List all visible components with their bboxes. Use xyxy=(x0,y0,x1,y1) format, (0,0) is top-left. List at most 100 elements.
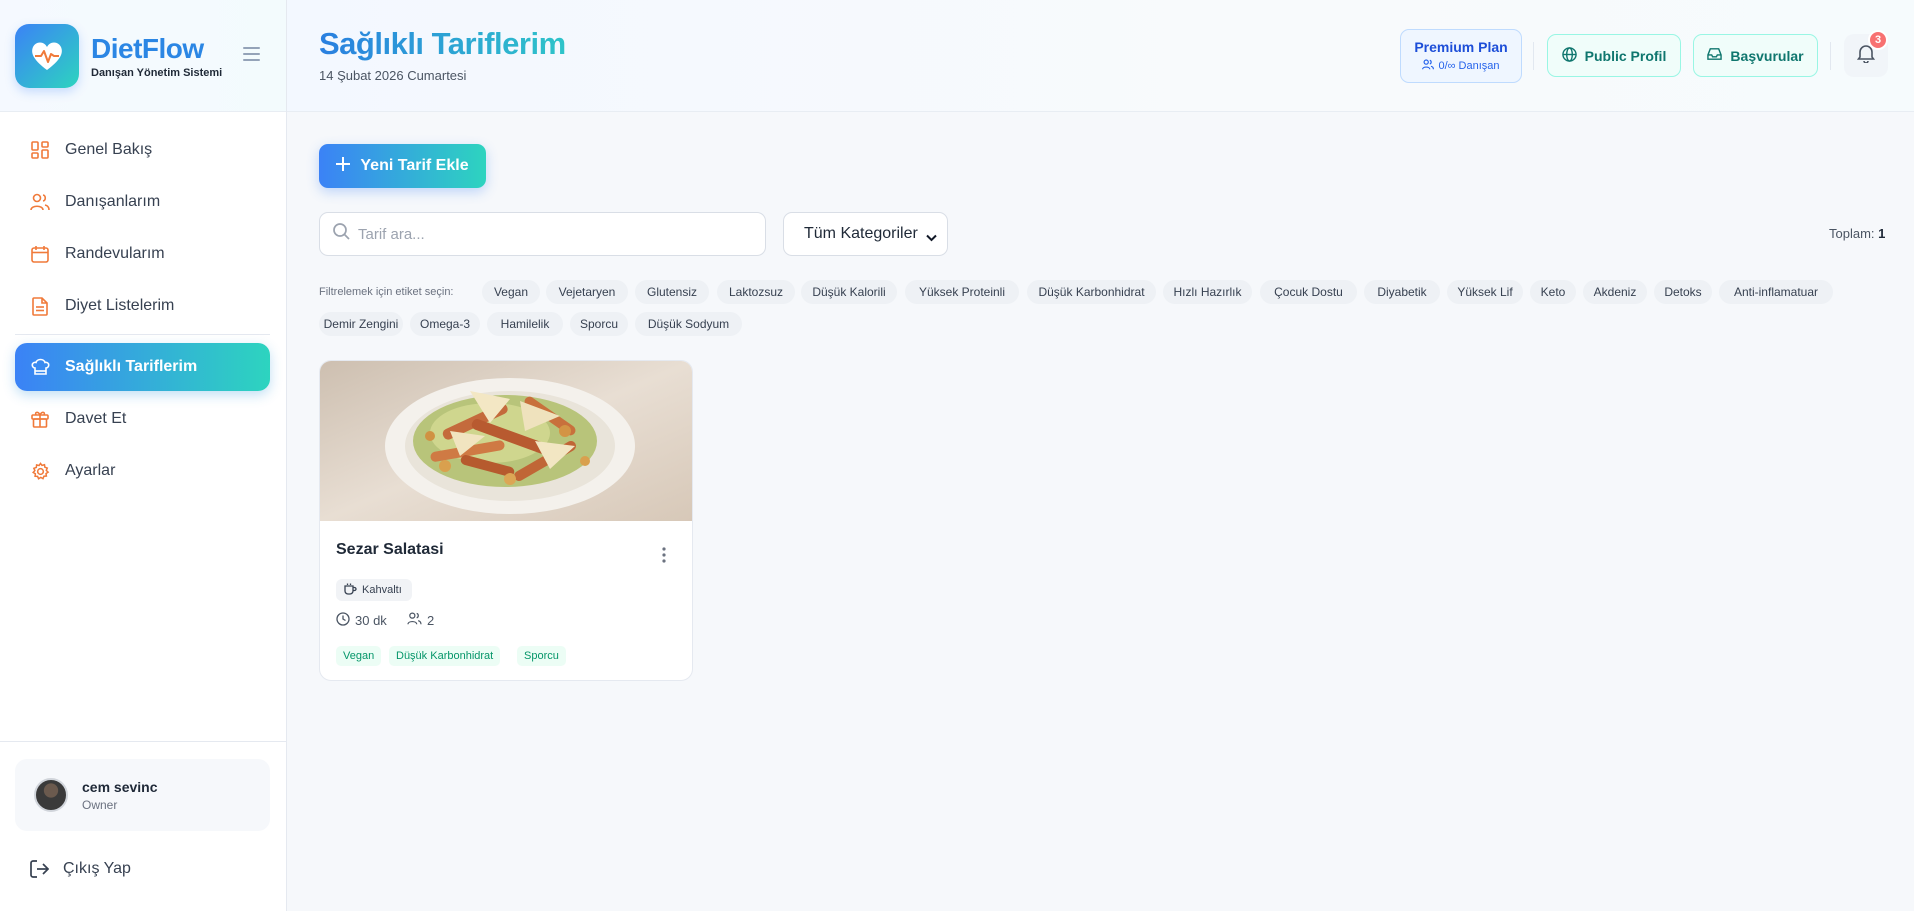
chef-hat-icon xyxy=(30,357,50,377)
inbox-icon xyxy=(1707,47,1723,64)
menu-toggle-icon[interactable] xyxy=(243,47,260,61)
sidebar-item-genel-bakis[interactable]: Genel Bakış xyxy=(15,126,270,174)
plus-icon xyxy=(336,156,351,176)
filter-tag[interactable]: Hamilelik xyxy=(487,312,563,336)
filter-tag[interactable]: Laktozsuz xyxy=(717,280,795,304)
recipe-servings-value: 2 xyxy=(427,612,435,628)
search-input[interactable] xyxy=(358,225,738,243)
dashboard-icon xyxy=(30,140,50,160)
filter-tag[interactable]: Akdeniz xyxy=(1583,280,1647,304)
search-box[interactable] xyxy=(319,212,766,256)
sidebar-nav: Genel Bakış Danışanlarım Randevularım Di… xyxy=(15,126,270,499)
recipe-category: Kahvaltı xyxy=(362,584,402,596)
gear-icon xyxy=(30,461,50,481)
filter-tag[interactable]: Diyabetik xyxy=(1364,280,1440,304)
filter-tag[interactable]: Vegan xyxy=(482,280,540,304)
sidebar-item-label: Davet Et xyxy=(65,410,127,427)
calendar-icon xyxy=(30,244,50,264)
premium-plan-sub: 0/∞ Danışan xyxy=(1438,60,1500,72)
user-role: Owner xyxy=(82,797,118,812)
filter-tag[interactable]: Anti-inflamatuar xyxy=(1719,280,1833,304)
total-count: Toplam: 1 xyxy=(1829,226,1885,241)
avatar xyxy=(34,778,68,812)
filter-tag[interactable]: Çocuk Dostu xyxy=(1260,280,1357,304)
recipe-tag: Sporcu xyxy=(517,646,566,666)
sidebar-item-davet-et[interactable]: Davet Et xyxy=(15,395,270,443)
more-vertical-icon[interactable] xyxy=(654,545,674,565)
sidebar-item-label: Diyet Listelerim xyxy=(65,297,175,314)
filter-label: Filtrelemek için etiket seçin: xyxy=(319,286,454,298)
total-value: 1 xyxy=(1878,226,1886,241)
sidebar-item-diyet-listelerim[interactable]: Diyet Listelerim xyxy=(15,282,270,330)
document-icon xyxy=(30,296,50,316)
sidebar-item-danisanlarim[interactable]: Danışanlarım xyxy=(15,178,270,226)
filter-tag[interactable]: Sporcu xyxy=(570,312,628,336)
public-profile-label: Public Profil xyxy=(1584,47,1667,64)
premium-plan-title: Premium Plan xyxy=(1414,39,1508,55)
search-icon xyxy=(333,223,350,245)
recipe-tag: Vegan xyxy=(336,646,382,666)
public-profile-button[interactable]: Public Profil xyxy=(1547,34,1681,77)
filter-tag[interactable]: Düşük Karbonhidrat xyxy=(1027,280,1156,304)
add-recipe-button[interactable]: Yeni Tarif Ekle xyxy=(319,144,486,188)
filter-tag[interactable]: Yüksek Lif xyxy=(1447,280,1523,304)
recipe-time-value: 30 dk xyxy=(355,613,387,628)
sidebar-item-randevularim[interactable]: Randevularım xyxy=(15,230,270,278)
nav-divider xyxy=(15,334,270,335)
filter-tag[interactable]: Düşük Kalorili xyxy=(801,280,897,304)
recipe-title: Sezar Salatasi xyxy=(336,541,444,558)
logout-button[interactable]: Çıkış Yap xyxy=(30,860,131,878)
sidebar-item-saglikli-tariflerim[interactable]: Sağlıklı Tariflerim xyxy=(15,343,270,391)
clock-icon xyxy=(336,612,350,629)
header: Sağlıklı Tariflerim 14 Şubat 2026 Cumart… xyxy=(287,0,1914,112)
recipe-servings: 2 xyxy=(407,612,434,628)
sidebar-item-label: Ayarlar xyxy=(65,462,116,479)
header-divider xyxy=(1830,42,1831,70)
sidebar-item-label: Randevularım xyxy=(65,245,165,262)
category-select-value: Tüm Kategoriler xyxy=(804,225,918,242)
page-date: 14 Şubat 2026 Cumartesi xyxy=(319,68,467,83)
filter-tag[interactable]: Omega-3 xyxy=(410,312,480,336)
users-icon xyxy=(1422,59,1435,73)
logout-icon xyxy=(30,860,49,878)
premium-plan-badge[interactable]: Premium Plan 0/∞ Danışan xyxy=(1400,29,1522,83)
main-content: Yeni Tarif Ekle Tüm Kategoriler Toplam: … xyxy=(287,112,1914,911)
chevron-down-icon xyxy=(926,229,937,247)
filter-tag[interactable]: Hızlı Hazırlık xyxy=(1163,280,1252,304)
applications-label: Başvurular xyxy=(1730,47,1804,64)
app-name: DietFlow xyxy=(91,32,204,64)
users-icon xyxy=(30,192,50,212)
globe-icon xyxy=(1561,46,1577,65)
sidebar-item-label: Danışanlarım xyxy=(65,193,161,210)
filter-tag[interactable]: Glutensiz xyxy=(635,280,709,304)
gift-icon xyxy=(30,409,50,429)
sidebar: DietFlow Danışan Yönetim Sistemi Genel B… xyxy=(0,0,287,911)
logout-label: Çıkış Yap xyxy=(63,860,131,877)
page-title: Sağlıklı Tariflerim xyxy=(319,26,566,61)
user-name: cem sevinc xyxy=(82,778,158,795)
filter-tag[interactable]: Demir Zengini xyxy=(319,312,403,336)
sidebar-item-label: Sağlıklı Tariflerim xyxy=(65,358,198,375)
sidebar-item-label: Genel Bakış xyxy=(65,141,153,158)
recipe-tag: Düşük Karbonhidrat xyxy=(389,646,501,666)
notification-count-badge: 3 xyxy=(1868,30,1888,50)
coffee-cup-icon xyxy=(344,583,357,598)
recipe-category-chip: Kahvaltı xyxy=(336,579,412,601)
sidebar-item-ayarlar[interactable]: Ayarlar xyxy=(15,447,270,495)
user-card[interactable]: cem sevinc Owner xyxy=(15,759,270,831)
app-subtitle: Danışan Yönetim Sistemi xyxy=(91,66,223,79)
filter-tag[interactable]: Detoks xyxy=(1654,280,1712,304)
users-icon xyxy=(407,612,422,628)
heart-pulse-logo-icon xyxy=(15,23,79,88)
recipe-card[interactable]: Sezar Salatasi Kahvaltı 30 dk 2 Vegan Dü… xyxy=(319,360,693,681)
filter-tag[interactable]: Düşük Sodyum xyxy=(635,312,742,336)
filter-tag[interactable]: Vejetaryen xyxy=(546,280,628,304)
applications-button[interactable]: Başvurular xyxy=(1693,34,1818,77)
total-label: Toplam: xyxy=(1829,226,1875,241)
add-recipe-label: Yeni Tarif Ekle xyxy=(360,157,469,174)
sidebar-divider xyxy=(0,741,287,742)
filter-tag[interactable]: Yüksek Proteinli xyxy=(905,280,1019,304)
filter-tag[interactable]: Keto xyxy=(1530,280,1576,304)
category-select[interactable]: Tüm Kategoriler xyxy=(783,212,948,256)
recipe-image xyxy=(320,361,692,521)
